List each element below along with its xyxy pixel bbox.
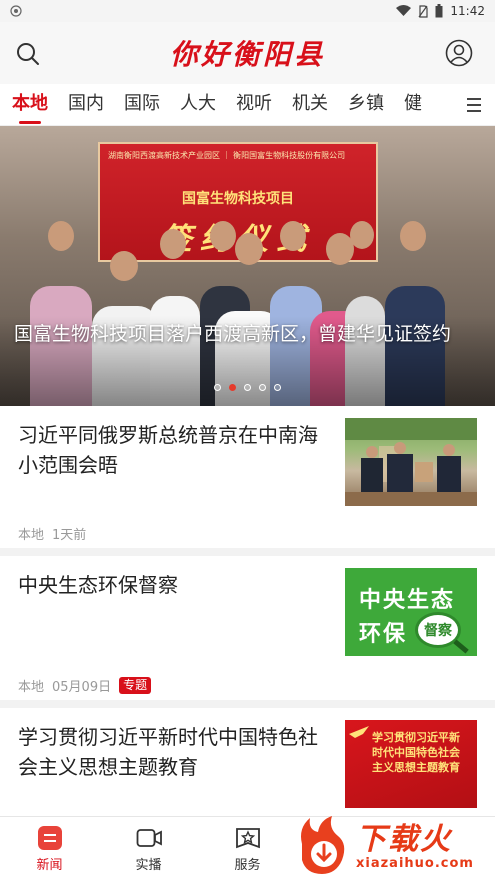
user-avatar-icon[interactable] bbox=[445, 39, 473, 67]
service-star-icon bbox=[235, 828, 260, 849]
news-thumbnail: 中央生态 环保 督察 bbox=[345, 568, 477, 656]
notification-icon bbox=[10, 5, 22, 17]
thumb-text: 督察 bbox=[424, 623, 452, 639]
banner-caption[interactable]: 国富生物科技项目落户西渡高新区，曾建华见证签约 bbox=[0, 316, 495, 406]
no-sim-icon bbox=[418, 4, 429, 18]
tab-international[interactable]: 国际 bbox=[114, 84, 170, 126]
nav-label: 服务 bbox=[234, 858, 261, 873]
topic-badge: 专题 bbox=[119, 677, 152, 694]
news-icon bbox=[37, 826, 62, 850]
tab-domestic[interactable]: 国内 bbox=[58, 84, 114, 126]
status-icons: 11:42 bbox=[396, 4, 485, 18]
news-meta: 本地 05月09日 专题 bbox=[18, 676, 152, 695]
tab-local[interactable]: 本地 bbox=[2, 84, 58, 126]
watermark-logo: 下载火 xiazaihuo.com bbox=[292, 812, 495, 880]
news-title: 中央生态环保督察 bbox=[18, 573, 178, 597]
nav-live[interactable]: 实播 bbox=[99, 817, 198, 880]
carousel-dot[interactable] bbox=[259, 384, 266, 391]
news-item[interactable]: 中央生态环保督察 中央生态 环保 督察 本地 05月09日 专题 bbox=[0, 556, 495, 700]
news-title: 学习贯彻习近平新时代中国特色社会主义思想主题教育 bbox=[18, 725, 318, 779]
divider bbox=[0, 548, 495, 556]
board-org-line: 湖南衡阳西渡高新技术产业园区 ｜ 衡阳国富生物科技股份有限公司 bbox=[108, 151, 346, 160]
app-header: 你好衡阳县 bbox=[0, 22, 495, 84]
magnifier-handle bbox=[453, 639, 469, 654]
tab-agencies[interactable]: 机关 bbox=[282, 84, 338, 126]
board-project-title: 国富生物科技项目 bbox=[182, 191, 294, 207]
battery-icon bbox=[435, 4, 443, 18]
thumb-text: 中央生态 bbox=[359, 588, 456, 613]
news-thumbnail bbox=[345, 418, 477, 506]
news-time: 05月09日 bbox=[52, 680, 112, 695]
carousel-dots bbox=[0, 384, 495, 391]
dove-icon bbox=[349, 726, 369, 738]
banner-carousel[interactable]: 湖南衡阳西渡高新技术产业园区 ｜ 衡阳国富生物科技股份有限公司 国富生物科技项目… bbox=[0, 126, 495, 406]
tab-towns[interactable]: 乡镇 bbox=[338, 84, 394, 126]
nav-label: 实播 bbox=[135, 858, 162, 873]
flame-download-icon bbox=[301, 816, 345, 874]
carousel-dot-active[interactable] bbox=[229, 384, 236, 391]
menu-icon[interactable] bbox=[461, 92, 487, 118]
watermark-domain: xiazaihuo.com bbox=[356, 856, 474, 871]
tab-health[interactable]: 健 bbox=[394, 84, 432, 126]
news-source: 本地 bbox=[18, 528, 45, 543]
news-meta: 本地 1天前 bbox=[18, 524, 86, 543]
watermark-text: 下载火 bbox=[356, 822, 452, 857]
news-title: 习近平同俄罗斯总统普京在中南海小范围会晤 bbox=[18, 423, 318, 477]
status-bar: 11:42 bbox=[0, 0, 495, 22]
news-thumbnail: 学习贯彻习近平新时代中国特色社会主义思想主题教育 bbox=[345, 720, 477, 808]
news-source: 本地 bbox=[18, 680, 45, 695]
tab-npc[interactable]: 人大 bbox=[170, 84, 226, 126]
nav-service[interactable]: 服务 bbox=[198, 817, 297, 880]
tab-audiovisual[interactable]: 视听 bbox=[226, 84, 282, 126]
carousel-dot[interactable] bbox=[244, 384, 251, 391]
status-time: 11:42 bbox=[450, 4, 485, 18]
meeting-photo-image bbox=[345, 418, 477, 506]
news-item[interactable]: 学习贯彻习近平新时代中国特色社会主义思想主题教育 学习贯彻习近平新时代中国特色社… bbox=[0, 708, 495, 816]
nav-news[interactable]: 新闻 bbox=[0, 817, 99, 880]
category-tabs: 本地 国内 国际 人大 视听 机关 乡镇 健 bbox=[0, 84, 495, 126]
wifi-icon bbox=[396, 5, 412, 16]
video-camera-icon bbox=[136, 829, 162, 847]
carousel-dot[interactable] bbox=[214, 384, 221, 391]
divider bbox=[0, 700, 495, 708]
thumb-text: 学习贯彻习近平新时代中国特色社会主义思想主题教育 bbox=[372, 731, 460, 774]
news-item[interactable]: 习近平同俄罗斯总统普京在中南海小范围会晤 本地 1天前 bbox=[0, 406, 495, 548]
nav-label: 新闻 bbox=[36, 858, 63, 873]
thumb-text: 环保 bbox=[359, 622, 408, 647]
carousel-dot[interactable] bbox=[274, 384, 281, 391]
tabs-scroll: 本地 国内 国际 人大 视听 机关 乡镇 健 bbox=[0, 84, 450, 126]
news-time: 1天前 bbox=[52, 528, 87, 543]
app-title: 你好衡阳县 bbox=[169, 38, 325, 71]
search-icon[interactable] bbox=[14, 40, 42, 68]
